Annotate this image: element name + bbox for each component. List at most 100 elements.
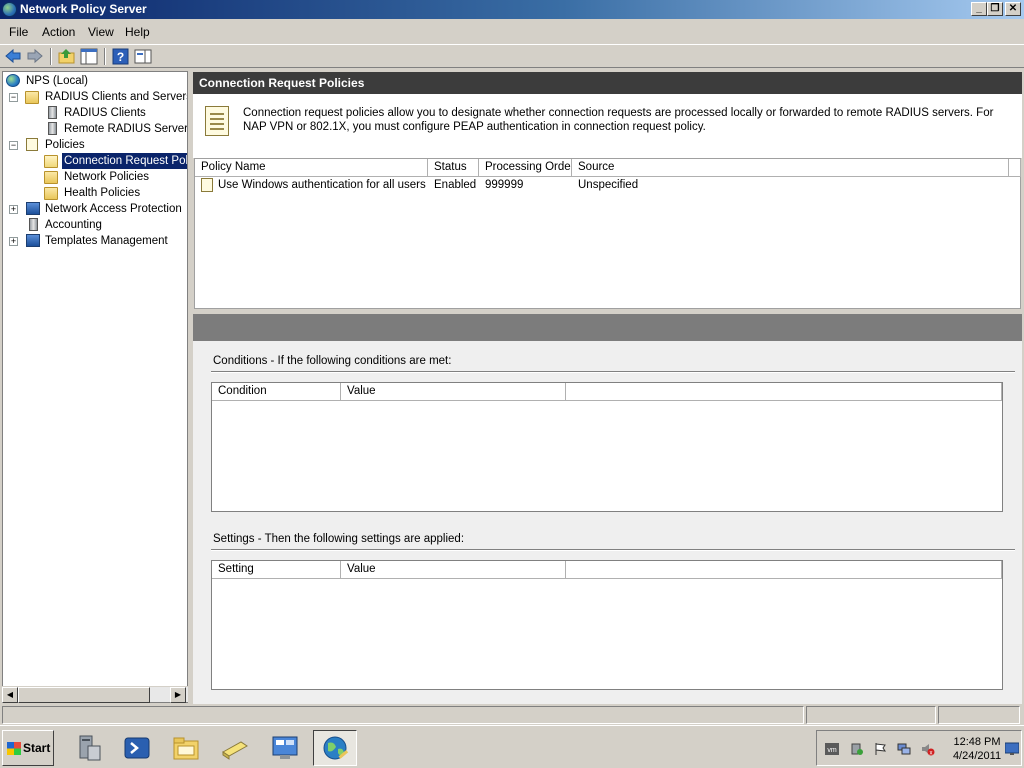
action-center-flag-icon[interactable]	[873, 742, 887, 756]
nps-globe-icon	[6, 74, 20, 87]
tree-horizontal-scrollbar[interactable]: ◀ ▶	[2, 686, 188, 703]
minimize-button[interactable]: _	[971, 2, 987, 16]
column-header-status[interactable]: Status	[428, 159, 479, 177]
collapse-icon[interactable]: −	[9, 141, 18, 150]
tree-label: Network Policies	[64, 171, 149, 183]
properties-pane-icon[interactable]	[134, 48, 152, 65]
svg-text:?: ?	[117, 50, 124, 64]
scroll-right-icon[interactable]: ▶	[170, 687, 186, 703]
show-desktop-icon[interactable]	[1004, 741, 1020, 755]
nps-app-icon	[2, 2, 17, 17]
policy-list[interactable]: Policy Name Status Processing Order Sour…	[194, 158, 1021, 309]
tree-node-radius-clients[interactable]: RADIUS Clients	[45, 105, 187, 121]
tree-node-policies[interactable]: − Policies	[9, 137, 187, 153]
settings-grid[interactable]: Setting Value	[211, 560, 1003, 690]
column-header-condition[interactable]: Condition	[212, 383, 341, 401]
tree-node-nps-local[interactable]: NPS (Local)	[5, 73, 185, 89]
help-icon[interactable]: ?	[112, 48, 130, 65]
show-hide-tree-icon[interactable]	[80, 48, 98, 65]
toolbar-separator	[104, 48, 106, 65]
column-header-policy-name[interactable]: Policy Name	[195, 159, 428, 177]
restore-button[interactable]: ❐	[987, 2, 1003, 16]
menu-action[interactable]: Action	[42, 25, 75, 39]
toolbar-separator	[50, 48, 52, 65]
notes-taskbar-icon[interactable]	[213, 730, 257, 766]
title-bar[interactable]: Network Policy Server _ ❐ ✕	[0, 0, 1024, 19]
policy-icon	[201, 178, 213, 192]
up-folder-icon[interactable]	[58, 48, 76, 65]
svg-text:vm: vm	[827, 747, 837, 754]
tree-node-accounting[interactable]: Accounting	[9, 217, 187, 233]
folder-icon	[44, 187, 58, 200]
status-panel	[2, 706, 804, 724]
column-header-setting[interactable]: Setting	[212, 561, 341, 579]
menu-file[interactable]: File	[9, 25, 28, 39]
folder-icon	[25, 91, 39, 104]
cell-source: Unspecified	[578, 179, 639, 191]
back-icon[interactable]	[4, 48, 22, 65]
tree-node-connection-request-policies[interactable]: Connection Request Polici	[43, 153, 187, 169]
tree-label: Remote RADIUS Server G	[64, 123, 188, 135]
explorer-taskbar-icon[interactable]	[164, 730, 208, 766]
window-title: Network Policy Server	[20, 2, 147, 16]
column-header-source[interactable]: Source	[572, 159, 1009, 177]
tree-node-network-access-protection[interactable]: + Network Access Protection	[9, 201, 187, 217]
folder-icon	[44, 171, 58, 184]
menu-view[interactable]: View	[88, 25, 114, 39]
power-icon[interactable]	[849, 742, 863, 756]
menu-help[interactable]: Help	[125, 25, 150, 39]
menu-bar: File Action View Help	[0, 22, 1024, 42]
column-header-value[interactable]: Value	[341, 383, 566, 401]
tree-node-templates-management[interactable]: + Templates Management	[9, 233, 187, 249]
vmware-tools-icon[interactable]: vm	[825, 742, 839, 756]
tree-label: RADIUS Clients	[64, 107, 146, 119]
tree-node-radius-clients-servers[interactable]: − RADIUS Clients and Servers	[9, 89, 187, 105]
start-button[interactable]: Start	[2, 730, 54, 766]
tree-node-health-policies[interactable]: Health Policies	[43, 185, 187, 201]
column-header-value[interactable]: Value	[341, 561, 566, 579]
cell-processing-order: 999999	[485, 179, 524, 191]
tree-label-selected: Connection Request Polici	[62, 153, 187, 169]
volume-muted-icon[interactable]: x	[921, 742, 935, 757]
expand-icon[interactable]: +	[9, 237, 18, 246]
scroll-left-icon[interactable]: ◀	[2, 687, 18, 703]
scroll-thumb[interactable]	[18, 687, 150, 703]
column-header-filler	[1009, 159, 1021, 177]
cell-policy-name: Use Windows authentication for all users	[218, 179, 426, 191]
column-header-filler	[566, 383, 1002, 401]
console-tree[interactable]: NPS (Local) − RADIUS Clients and Servers…	[2, 71, 188, 703]
conditions-grid[interactable]: Condition Value	[211, 382, 1003, 512]
nps-taskbar-icon[interactable]	[313, 730, 357, 766]
description-area: Connection request policies allow you to…	[193, 94, 1022, 158]
close-button[interactable]: ✕	[1005, 2, 1021, 16]
description-text: Connection request policies allow you to…	[243, 107, 994, 133]
conditions-title: Conditions - If the following conditions…	[213, 355, 452, 367]
expand-icon[interactable]: +	[9, 205, 18, 214]
pane-header: Connection Request Policies	[193, 72, 1022, 94]
cell-status: Enabled	[434, 179, 477, 191]
tree-label: Health Policies	[64, 187, 141, 199]
powershell-taskbar-icon[interactable]	[115, 730, 159, 766]
network-icon[interactable]	[897, 742, 911, 756]
policies-icon	[26, 138, 38, 151]
system-clock[interactable]: 12:48 PM 4/24/2011	[947, 735, 1007, 763]
detail-splitter-band	[193, 314, 1022, 341]
tree-node-network-policies[interactable]: Network Policies	[43, 169, 187, 185]
table-row[interactable]: Use Windows authentication for all users…	[195, 178, 1020, 194]
svg-text:x: x	[930, 751, 933, 757]
notification-area: vm x 12:48 PM 4/24/2011	[816, 730, 1022, 766]
settings-title: Settings - Then the following settings a…	[213, 533, 465, 545]
status-bar	[0, 705, 1024, 725]
tree-node-remote-radius-groups[interactable]: Remote RADIUS Server G	[45, 121, 188, 137]
taskbar: Start vm x 12:48 PM 4/24/2011	[0, 725, 1024, 768]
column-header-processing-order[interactable]: Processing Order	[479, 159, 572, 177]
collapse-icon[interactable]: −	[9, 93, 18, 102]
policy-details: Conditions - If the following conditions…	[193, 341, 1022, 704]
server-icon	[48, 122, 57, 135]
policy-document-icon	[205, 106, 229, 136]
management-console-taskbar-icon[interactable]	[263, 730, 307, 766]
start-label: Start	[23, 741, 51, 755]
forward-icon[interactable]	[26, 48, 44, 65]
server-manager-taskbar-icon[interactable]	[66, 730, 110, 766]
tree-label: Templates Management	[45, 235, 168, 247]
